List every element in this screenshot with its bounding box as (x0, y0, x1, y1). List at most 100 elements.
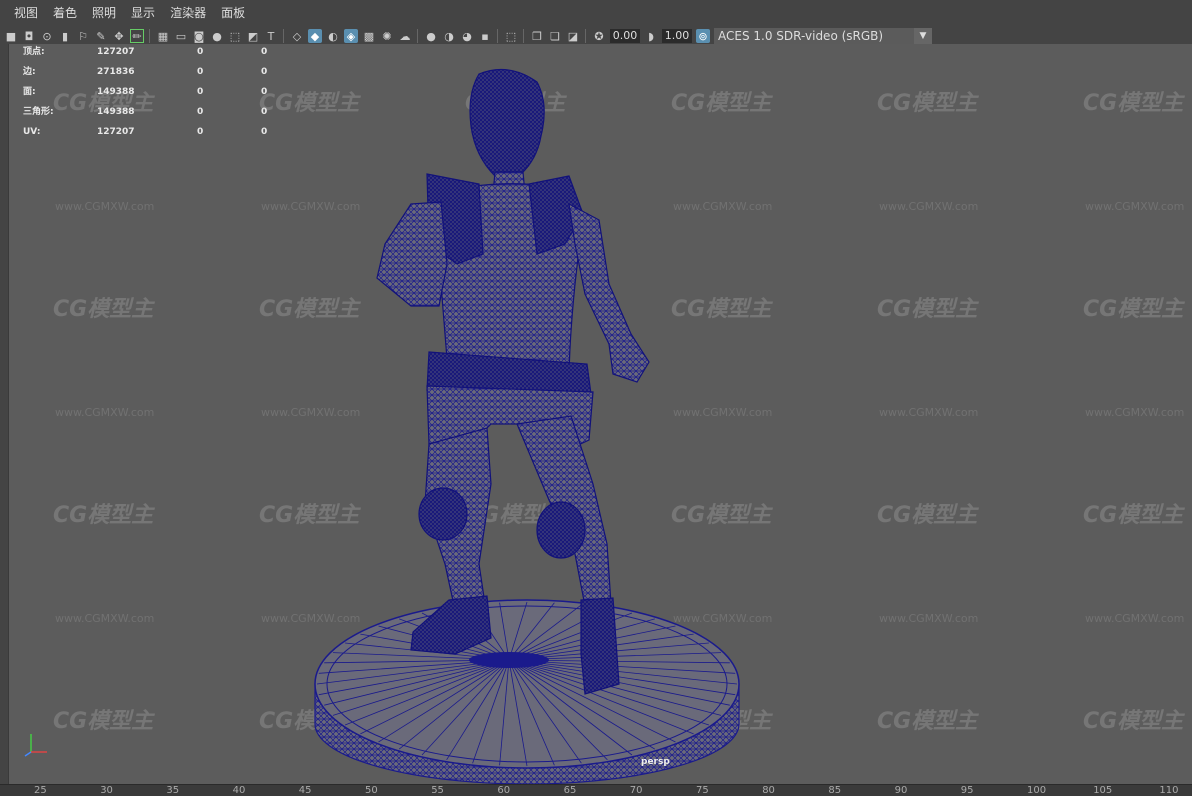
xray-joints-icon[interactable]: ❐ (530, 29, 544, 43)
hud-v2: 0 (197, 127, 204, 137)
toolbar-separator (497, 29, 500, 43)
hud-v3: 0 (261, 87, 268, 97)
gate-mask-icon[interactable]: ● (210, 29, 224, 43)
hud-row: 顶点: 127207 0 0 (23, 46, 283, 66)
ruler-tick-label: 55 (431, 785, 444, 796)
motion-blur-icon[interactable]: ◑ (442, 29, 456, 43)
persp-viewport[interactable]: CG模型主 www.CGMXW.com CG模型主 www.CGMXW.com CG模型… (8, 44, 1192, 784)
hud-v1: 149388 (97, 87, 135, 97)
toolbar-separator (585, 29, 588, 43)
hud-row: 边: 271836 0 0 (23, 66, 283, 86)
ruler-tick-label: 70 (629, 785, 643, 796)
pin-icon[interactable]: ⚐ (76, 29, 90, 43)
resolution-gate-icon[interactable]: ◙ (192, 29, 206, 43)
menu-shading[interactable]: 着色 (45, 0, 84, 26)
axis-gizmo (24, 734, 47, 757)
hud-label: UV: (23, 127, 41, 137)
color-management-icon[interactable]: ⊚ (696, 29, 710, 43)
backface-icon[interactable]: ◪ (566, 29, 580, 43)
ruler-tick-label: 85 (828, 785, 842, 796)
anti-aliasing-icon[interactable]: ◕ (460, 29, 474, 43)
poly-count-hud: 顶点: 127207 0 0 边: 271836 0 0 面: 149388 0 0 三角形: 14938… (23, 46, 283, 146)
transform-icon[interactable]: ✥ (112, 29, 126, 43)
safe-title-icon[interactable]: T (264, 29, 278, 43)
ruler-tick-label: 65 (563, 785, 577, 796)
ruler-tick-label: 80 (762, 785, 775, 796)
menu-show[interactable]: 显示 (123, 0, 162, 26)
hud-v3: 0 (261, 127, 268, 137)
exposure-field[interactable]: 0.00 (610, 29, 640, 43)
hud-v3: 0 (261, 107, 268, 117)
hud-label: 边: (23, 67, 36, 77)
menu-renderer[interactable]: 渲染器 (162, 0, 213, 26)
hud-v3: 0 (261, 47, 268, 57)
ruler-tick-label: 25 (34, 785, 47, 796)
chevron-down-icon[interactable]: ▼ (914, 28, 932, 44)
view-transform-select[interactable]: ACES 1.0 SDR-video (sRGB) ▼ (714, 28, 932, 44)
ruler-tick-label: 45 (298, 785, 312, 796)
menu-panels[interactable]: 面板 (213, 0, 252, 26)
camera-attributes-icon[interactable]: ◘ (22, 29, 36, 43)
ruler-tick-label: 50 (365, 785, 378, 796)
hud-label: 面: (23, 87, 36, 97)
use-default-light-icon[interactable]: ✺ (380, 29, 394, 43)
wireframe-model (314, 68, 740, 784)
ruler-tick-label: 75 (696, 785, 709, 796)
hud-row: UV: 127207 0 0 (23, 126, 283, 146)
smooth-shade-icon[interactable]: ◆ (308, 29, 322, 43)
field-chart-icon[interactable]: ⬚ (228, 29, 242, 43)
ruler-tick-label: 35 (166, 785, 180, 796)
shadows-icon[interactable]: ☁ (398, 29, 412, 43)
xray-active-icon[interactable]: ❏ (548, 29, 562, 43)
depth-of-field-icon[interactable]: ▪ (478, 29, 492, 43)
ruler-tick-label: 100 (1027, 785, 1047, 796)
ruler-tick-label: 60 (497, 785, 511, 796)
view-transform-value: ACES 1.0 SDR-video (sRGB) (718, 29, 884, 43)
flat-shade-icon[interactable]: ◐ (326, 29, 340, 43)
hud-v2: 0 (197, 47, 204, 57)
panel-menu-bar: 视图 着色 照明 显示 渲染器 面板 (0, 0, 1192, 26)
hud-v3: 0 (261, 67, 268, 77)
hud-v1: 271836 (97, 67, 135, 77)
wireframe-on-shaded-icon[interactable]: ◈ (344, 29, 358, 43)
isolate-select-icon[interactable]: ⬚ (504, 29, 518, 43)
gamma-field[interactable]: 1.00 (662, 29, 692, 43)
ruler-tick-label: 30 (100, 785, 113, 796)
ambient-occlusion-icon[interactable]: ● (424, 29, 438, 43)
hud-v2: 0 (197, 87, 204, 97)
ruler-tick-label: 90 (894, 785, 908, 796)
ruler-tick-label: 110 (1159, 785, 1179, 796)
xray-icon[interactable]: ▩ (362, 29, 376, 43)
toolbar-separator (523, 29, 526, 43)
hud-v1: 127207 (97, 47, 135, 57)
time-slider-ruler[interactable]: 25 30 35 40 45 50 55 60 65 70 75 80 85 90 95 100 105 110 (0, 784, 1192, 796)
pencil-active-icon[interactable]: ✏ (130, 29, 144, 43)
z-axis-line (24, 751, 32, 757)
toolbar-separator (283, 29, 286, 43)
hud-v2: 0 (197, 107, 204, 117)
pedestal (314, 599, 740, 784)
panel-toolbar: ■ ◘ ⊙ ▮ ⚐ ✎ ✥ ✏ ▦ ▭ ◙ ● ⬚ ◩ T ◇ ◆ ◐ ◈ ▩ … (0, 26, 1192, 46)
image-plane-icon[interactable]: ▮ (58, 29, 72, 43)
ruler-tick-label: 105 (1093, 785, 1113, 796)
grease-pencil-icon[interactable]: ✎ (94, 29, 108, 43)
ruler-tick-label: 95 (960, 785, 974, 796)
hud-v1: 127207 (97, 127, 135, 137)
hud-label: 三角形: (23, 107, 54, 117)
film-gate-icon[interactable]: ▭ (174, 29, 188, 43)
hud-v2: 0 (197, 67, 204, 77)
bookmark-icon[interactable]: ⊙ (40, 29, 54, 43)
exposure-icon[interactable]: ✪ (592, 29, 606, 43)
menu-view[interactable]: 视图 (0, 0, 45, 26)
wireframe-icon[interactable]: ◇ (290, 29, 304, 43)
select-camera-icon[interactable]: ■ (4, 29, 18, 43)
menu-lighting[interactable]: 照明 (84, 0, 123, 26)
safe-action-icon[interactable]: ◩ (246, 29, 260, 43)
camera-name-label: persp (641, 757, 670, 767)
hud-v1: 149388 (97, 107, 135, 117)
grid-icon[interactable]: ▦ (156, 29, 170, 43)
toolbar-separator (417, 29, 420, 43)
hud-row: 三角形: 149388 0 0 (23, 106, 283, 126)
gamma-icon[interactable]: ◗ (644, 29, 658, 43)
hud-label: 顶点: (23, 47, 45, 57)
